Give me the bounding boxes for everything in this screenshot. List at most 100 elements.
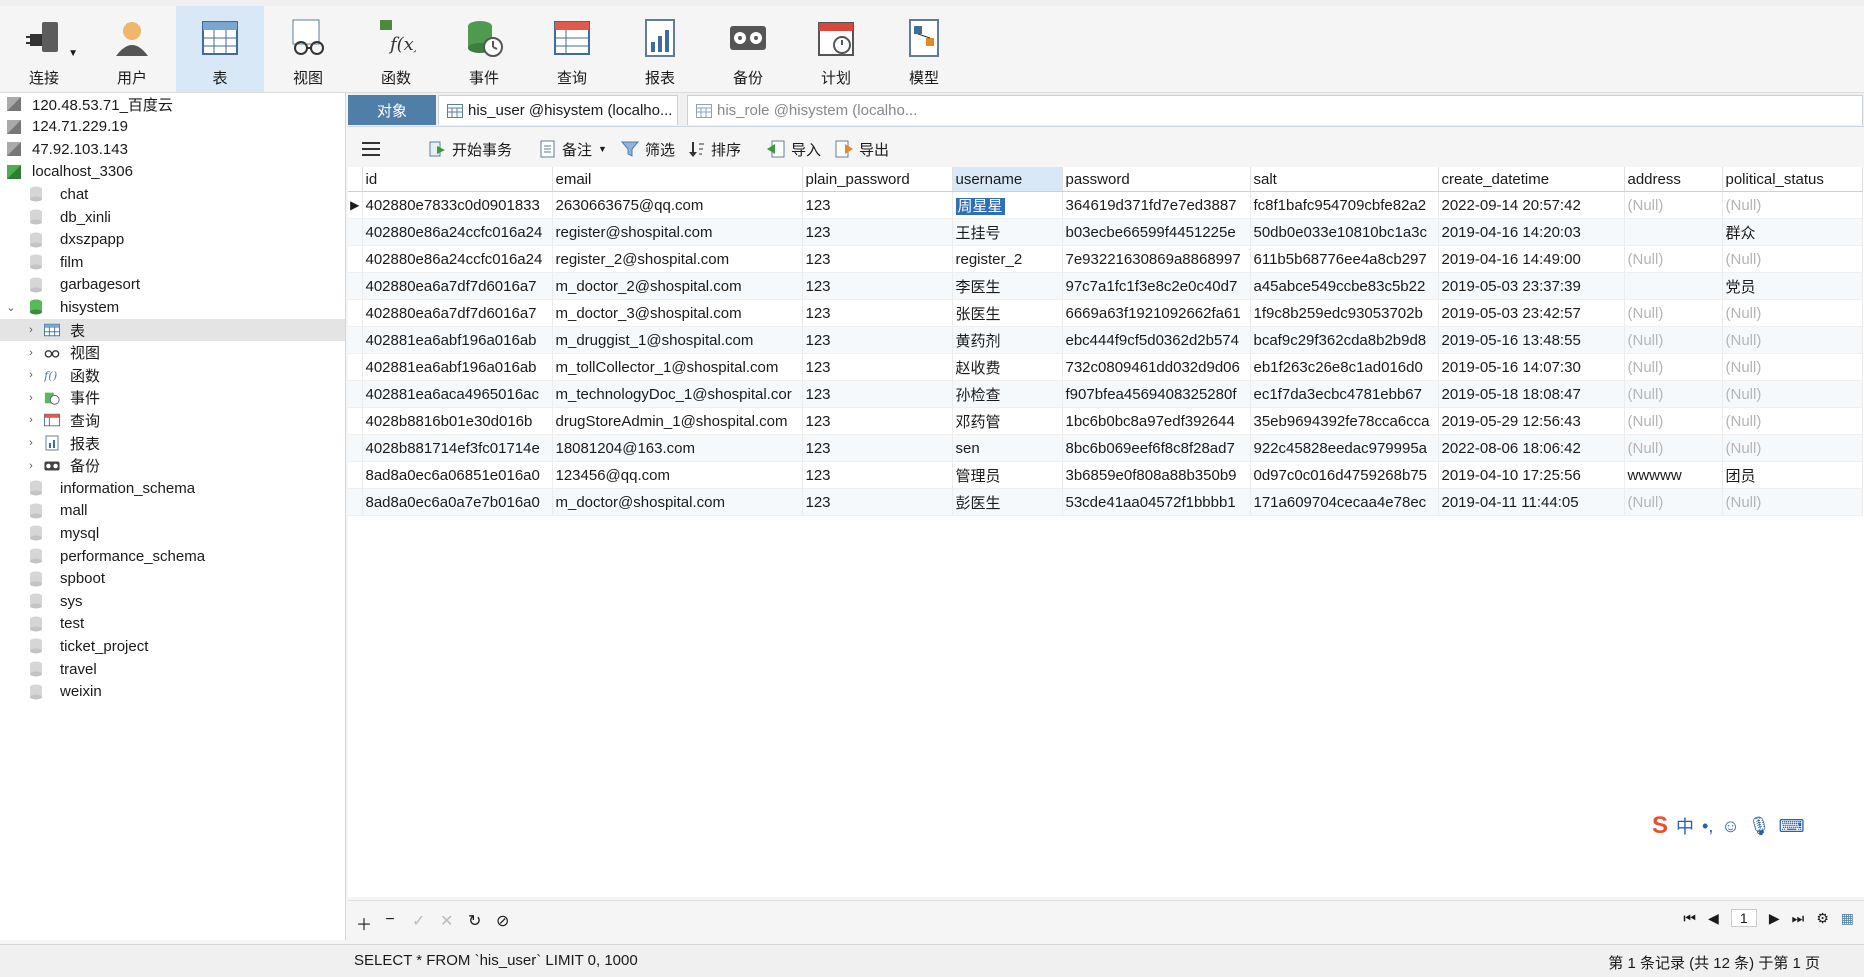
tree-item[interactable]: › 报表 <box>0 432 345 454</box>
table-cell[interactable]: 611b5b68776ee4a8cb297 <box>1250 245 1439 273</box>
table-cell[interactable]: 364619d371fd7e7ed3887 <box>1062 191 1251 219</box>
table-cell[interactable]: 402880e7833c0d0901833 <box>362 191 553 219</box>
column-header-address[interactable]: address <box>1624 167 1723 192</box>
table-cell[interactable]: 群众 <box>1722 218 1863 246</box>
table-cell[interactable]: 4028b881714ef3fc01714e <box>362 434 553 462</box>
tab-his-user[interactable]: his_user @hisystem (localho... <box>438 95 678 125</box>
import-button[interactable]: 导入 <box>766 139 821 160</box>
table-cell[interactable]: 李医生 <box>952 272 1063 300</box>
table-cell[interactable]: (Null) <box>1624 434 1723 462</box>
add-record-button[interactable]: ＋ <box>356 911 372 935</box>
table-cell[interactable]: (Null) <box>1722 488 1863 516</box>
table-cell[interactable]: 53cde41aa04572f1bbbb1 <box>1062 488 1251 516</box>
ime-lang-label[interactable]: 中 <box>1676 813 1694 839</box>
column-header-username[interactable]: username <box>952 167 1063 192</box>
table-cell[interactable]: 123 <box>802 191 953 219</box>
toolbar-function-button[interactable]: f(x) 函数 <box>352 6 440 92</box>
apply-button[interactable]: ✓ <box>412 911 425 935</box>
table-cell[interactable]: 周星星 <box>952 191 1063 219</box>
table-cell[interactable]: register_2 <box>952 245 1063 273</box>
gear-icon[interactable]: ⚙ <box>1816 910 1829 927</box>
table-cell[interactable]: 张医生 <box>952 299 1063 327</box>
tree-item[interactable]: › f() 函数 <box>0 364 345 386</box>
tree-item[interactable]: › 查询 <box>0 409 345 431</box>
column-header-password[interactable]: password <box>1062 167 1251 192</box>
table-cell[interactable]: m_druggist_1@shospital.com <box>552 326 803 354</box>
table-cell[interactable]: m_doctor_2@shospital.com <box>552 272 803 300</box>
table-cell[interactable]: 402881ea6aca4965016ac <box>362 380 553 408</box>
table-cell[interactable]: 123 <box>802 299 953 327</box>
chevron-right-icon[interactable]: › <box>24 460 38 472</box>
toolbar-user-button[interactable]: 用户 <box>88 6 176 92</box>
column-header-political-status[interactable]: political_status <box>1722 167 1863 192</box>
tree-item[interactable]: › 事件 <box>0 387 345 409</box>
column-header-email[interactable]: email <box>552 167 803 192</box>
table-row[interactable]: 402881ea6aca4965016ac m_technologyDoc_1@s… <box>348 380 1863 408</box>
table-cell[interactable]: (Null) <box>1624 245 1723 273</box>
column-header-create-datetime[interactable]: create_datetime <box>1438 167 1625 192</box>
delete-record-button[interactable]: − <box>384 911 396 935</box>
last-page-button[interactable]: ⏭ <box>1792 910 1805 927</box>
table-row[interactable]: 402880e86a24ccfc016a24 register_2@shospit… <box>348 245 1863 273</box>
table-row[interactable]: 4028b8816b01e30d016b drugStoreAdmin_1@sho… <box>348 407 1863 435</box>
table-cell[interactable]: (Null) <box>1624 299 1723 327</box>
table-row[interactable]: 402880e86a24ccfc016a24 register@shospital… <box>348 218 1863 246</box>
menu-button[interactable] <box>362 142 386 156</box>
toolbar-view-button[interactable]: 视图 <box>264 6 352 92</box>
tree-item[interactable]: mysql <box>0 522 345 544</box>
table-cell[interactable]: 123 <box>802 245 953 273</box>
chevron-right-icon[interactable]: › <box>24 437 38 449</box>
sort-button[interactable]: 排序 <box>688 139 741 160</box>
table-cell[interactable]: 402880e86a24ccfc016a24 <box>362 245 553 273</box>
table-cell[interactable]: 123 <box>802 488 953 516</box>
table-row[interactable]: 402881ea6abf196a016ab m_tollCollector_1@s… <box>348 353 1863 381</box>
table-cell[interactable] <box>1624 218 1723 246</box>
table-cell[interactable]: (Null) <box>1624 326 1723 354</box>
table-cell[interactable]: (Null) <box>1722 191 1863 219</box>
tree-item[interactable]: film <box>0 251 345 273</box>
tree-item[interactable]: weixin <box>0 681 345 703</box>
table-cell[interactable]: 2630663675@qq.com <box>552 191 803 219</box>
table-cell[interactable]: 8ad8a0ec6a06851e016a0 <box>362 461 553 489</box>
next-page-button[interactable]: ▶ <box>1769 910 1780 927</box>
table-cell[interactable]: 1f9c8b259edc93053702b <box>1250 299 1439 327</box>
table-cell[interactable]: 97c7a1fc1f3e8c2e0c40d7 <box>1062 272 1251 300</box>
prev-page-button[interactable]: ◀ <box>1708 910 1719 927</box>
table-cell[interactable]: (Null) <box>1722 299 1863 327</box>
tree-item[interactable]: performance_schema <box>0 545 345 567</box>
table-cell[interactable]: 402880ea6a7df7d6016a7 <box>362 272 553 300</box>
table-cell[interactable]: sen <box>952 434 1063 462</box>
table-cell[interactable]: m_technologyDoc_1@shospital.cor <box>552 380 803 408</box>
table-cell[interactable]: (Null) <box>1624 488 1723 516</box>
table-cell[interactable]: (Null) <box>1624 353 1723 381</box>
memo-button[interactable]: 备注 ▼ <box>540 139 607 160</box>
tab-objects[interactable]: 对象 <box>348 95 436 125</box>
table-cell[interactable] <box>1624 272 1723 300</box>
refresh-icon[interactable]: ↻ <box>468 911 481 935</box>
table-cell[interactable]: 8ad8a0ec6a0a7e7b016a0 <box>362 488 553 516</box>
chevron-right-icon[interactable]: › <box>24 324 38 336</box>
table-row[interactable]: 402880ea6a7df7d6016a7 m_doctor_3@shospita… <box>348 299 1863 327</box>
table-cell[interactable]: 2019-05-16 13:48:55 <box>1438 326 1625 354</box>
table-cell[interactable]: 4028b8816b01e30d016b <box>362 407 553 435</box>
table-cell[interactable]: ec1f7da3ecbc4781ebb67 <box>1250 380 1439 408</box>
table-cell[interactable]: (Null) <box>1722 407 1863 435</box>
chevron-down-icon[interactable]: ▼ <box>598 144 607 154</box>
table-cell[interactable]: ebc444f9cf5d0362d2b574 <box>1062 326 1251 354</box>
keyboard-icon[interactable]: ⌨ <box>1779 816 1805 837</box>
page-number-input[interactable]: 1 <box>1730 909 1757 927</box>
tree-item[interactable]: 124.71.229.19 <box>0 116 345 138</box>
tree-item[interactable]: db_xinli <box>0 206 345 228</box>
table-cell[interactable]: 2019-05-03 23:37:39 <box>1438 272 1625 300</box>
table-cell[interactable]: 123 <box>802 353 953 381</box>
table-cell[interactable]: (Null) <box>1722 326 1863 354</box>
table-row[interactable]: 8ad8a0ec6a06851e016a0 123456@qq.com 123 管理员… <box>348 461 1863 489</box>
table-row[interactable]: ▶ 402880e7833c0d0901833 2630663675@qq.com 1… <box>348 191 1863 219</box>
emoji-icon[interactable]: ☺ <box>1721 816 1739 837</box>
tree-item[interactable]: 120.48.53.71_百度云 <box>0 93 345 115</box>
tree-item[interactable]: › 视图 <box>0 342 345 364</box>
table-cell[interactable]: 孙检查 <box>952 380 1063 408</box>
table-cell[interactable]: 171a609704cecaa4e78ec <box>1250 488 1439 516</box>
discard-button[interactable]: ✕ <box>440 911 453 935</box>
table-cell[interactable]: 0d97c0c016d4759268b75 <box>1250 461 1439 489</box>
